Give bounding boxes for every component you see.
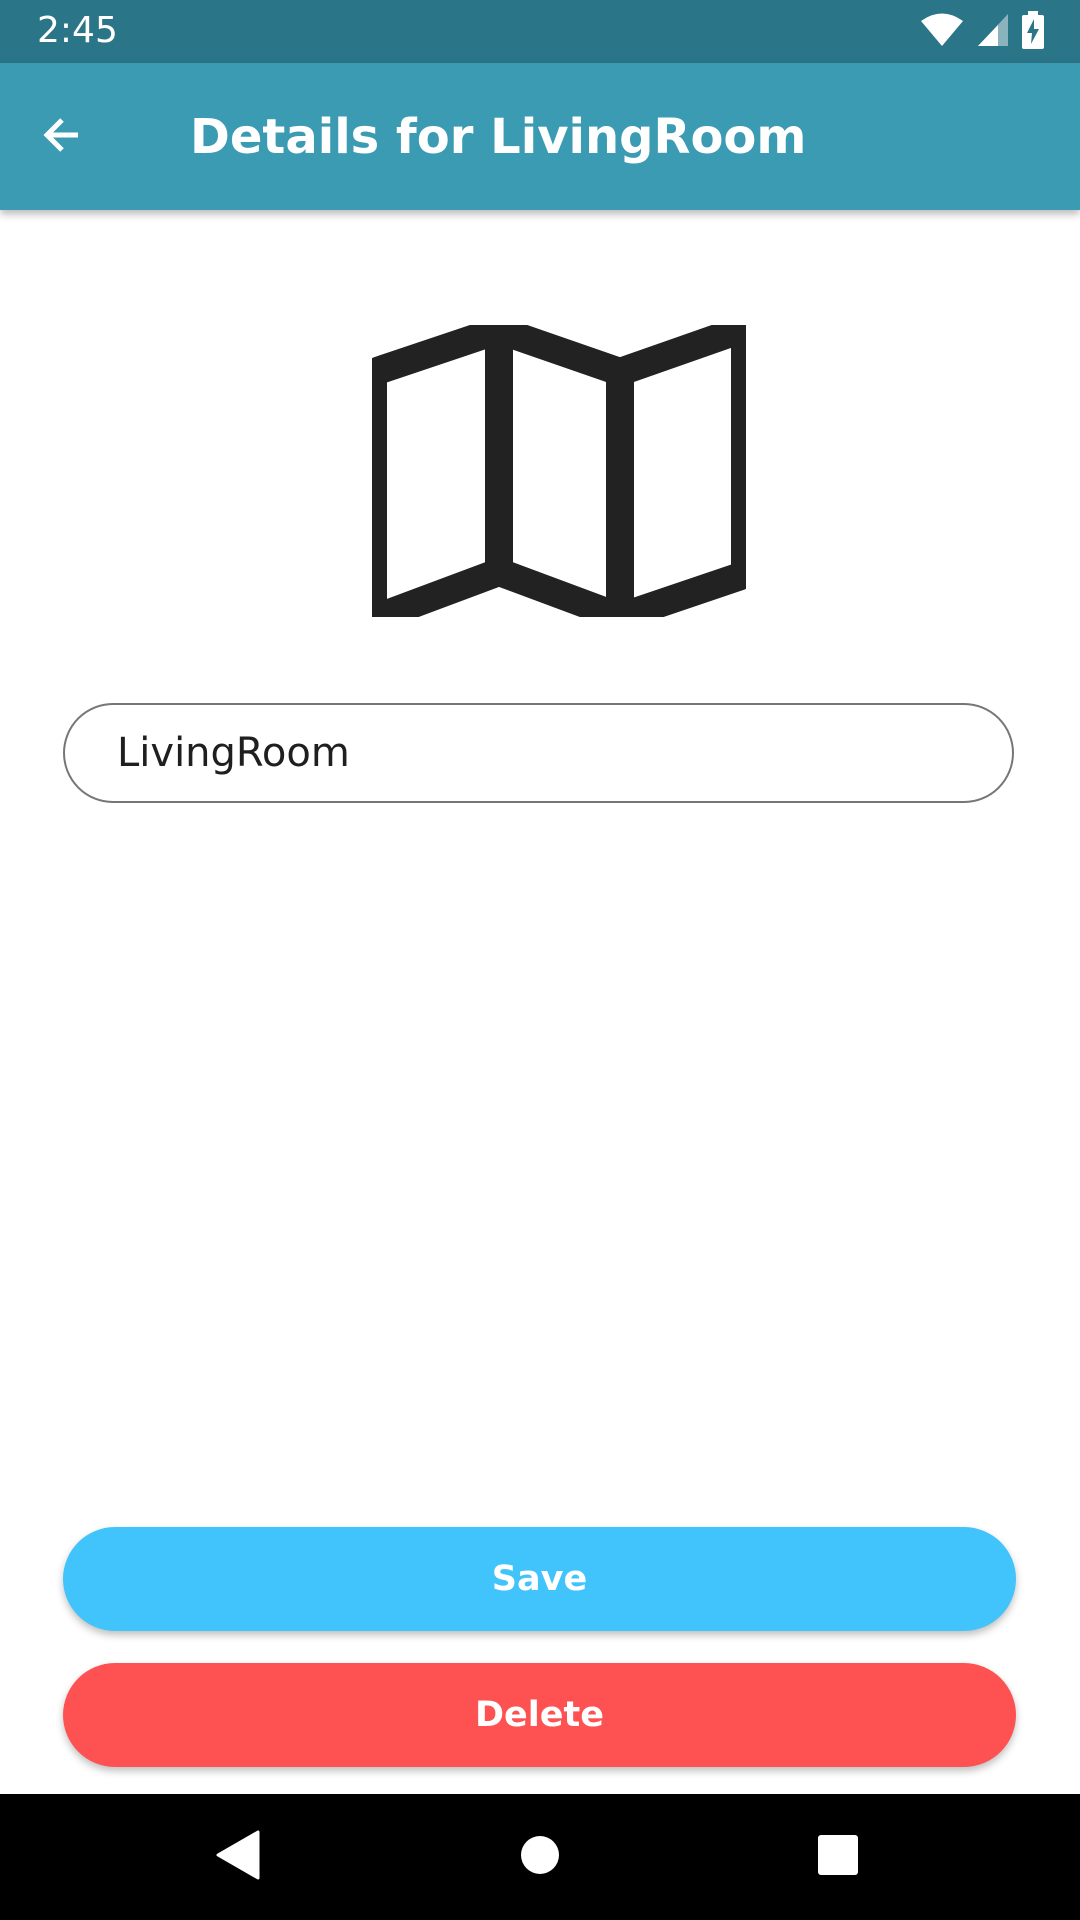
back-button[interactable] — [30, 105, 94, 169]
app-bar: Details for LivingRoom — [0, 63, 1080, 210]
nav-recents-button[interactable] — [803, 1822, 873, 1892]
nav-recents-icon — [817, 1834, 859, 1881]
wifi-icon — [920, 12, 964, 53]
battery-charging-icon — [1022, 10, 1044, 54]
delete-button[interactable]: Delete — [63, 1663, 1016, 1767]
name-field[interactable] — [63, 703, 1014, 803]
nav-home-icon — [519, 1834, 561, 1881]
nav-back-button[interactable] — [203, 1822, 273, 1892]
map-icon — [359, 316, 759, 631]
nav-home-button[interactable] — [505, 1822, 575, 1892]
nav-back-icon — [216, 1830, 260, 1885]
cellular-signal-icon — [976, 12, 1010, 53]
status-icons — [920, 10, 1044, 54]
page-title: Details for LivingRoom — [190, 109, 807, 165]
nav-bar — [0, 1794, 1080, 1920]
arrow-back-icon — [38, 111, 86, 164]
save-button[interactable]: Save — [63, 1527, 1016, 1631]
status-time: 2:45 — [37, 10, 118, 51]
name-input[interactable] — [117, 705, 977, 801]
screen: 2:45 Details for LivingRoom LivingRoom S… — [0, 0, 1080, 1920]
status-bar: 2:45 — [0, 0, 1080, 63]
